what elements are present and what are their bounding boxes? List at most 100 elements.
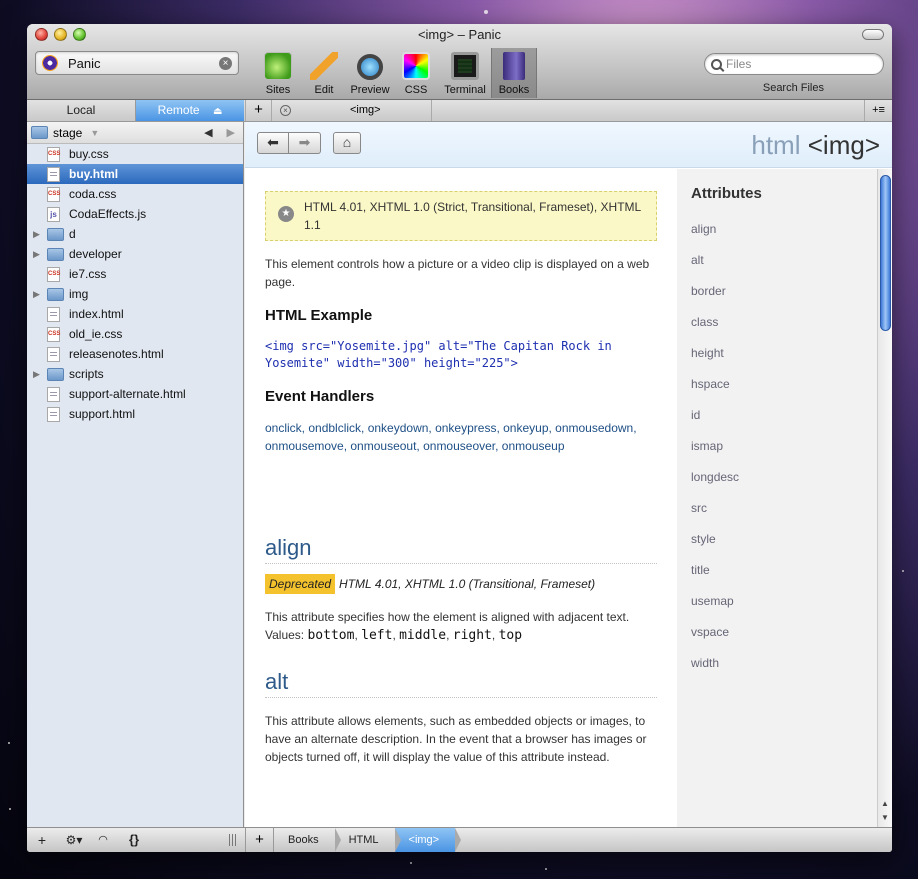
tab-title: <img>	[350, 104, 381, 116]
attribute-link[interactable]: style	[691, 524, 863, 555]
attribute-link[interactable]: alt	[691, 245, 863, 276]
alt-heading: alt	[265, 669, 657, 698]
align-text: This attribute specifies how the element…	[265, 610, 630, 624]
scroll-down-arrow-icon[interactable]: ▼	[878, 811, 892, 825]
attribute-link[interactable]: vspace	[691, 617, 863, 648]
preview-label: Preview	[350, 84, 390, 96]
scrollbar-thumb[interactable]	[880, 175, 891, 331]
breadcrumb-item[interactable]: Books	[274, 828, 341, 852]
tab-local[interactable]: Local	[27, 100, 136, 121]
attribute-link[interactable]: class	[691, 307, 863, 338]
css-file-icon: CSS	[47, 266, 60, 282]
back-button[interactable]: ⬅	[257, 132, 289, 154]
attribute-link[interactable]: hspace	[691, 369, 863, 400]
file-item[interactable]: support.html	[27, 404, 243, 424]
scroll-up-arrow-icon[interactable]: ▲	[878, 797, 892, 811]
search-files-input[interactable]: Files	[704, 53, 884, 75]
css-file-icon: CSS	[47, 186, 60, 202]
element-description: This element controls how a picture or a…	[265, 257, 650, 289]
attribute-link[interactable]: src	[691, 493, 863, 524]
file-name: support-alternate.html	[69, 387, 186, 401]
file-item[interactable]: releasenotes.html	[27, 344, 243, 364]
local-remote-toggle: Local Remote ⏏	[27, 100, 244, 121]
back-arrow-icon[interactable]: ◀	[204, 126, 212, 139]
align-description: This attribute specifies how the element…	[265, 610, 630, 643]
attribute-link[interactable]: border	[691, 276, 863, 307]
sites-button[interactable]: Sites	[255, 48, 301, 98]
disclosure-triangle-icon[interactable]: ▶	[33, 249, 43, 260]
add-file-button[interactable]: +	[35, 828, 49, 852]
values-label: Values:	[265, 628, 305, 642]
example-heading: HTML Example	[265, 307, 373, 324]
titlebar: <img> – Panic Panic × Sites Edit Preview…	[27, 24, 892, 100]
align-value: right	[452, 628, 492, 643]
gear-icon[interactable]: ⚙▾	[63, 828, 85, 852]
rss-icon[interactable]: ◠	[95, 828, 111, 852]
attribute-link[interactable]: usemap	[691, 586, 863, 617]
folder-file-icon	[47, 367, 64, 381]
folder-path-bar[interactable]: stage ▼ ◀ ▶	[27, 122, 243, 144]
example-code: <img src="Yosemite.jpg" alt="The Capitan…	[265, 339, 612, 370]
folder-item[interactable]: ▶ d	[27, 224, 243, 244]
attribute-link[interactable]: ismap	[691, 431, 863, 462]
resize-grip-icon[interactable]	[229, 834, 237, 846]
terminal-label: Terminal	[444, 84, 486, 96]
forward-button[interactable]: ➡	[289, 132, 321, 154]
attribute-link[interactable]: longdesc	[691, 462, 863, 493]
event-handlers-links[interactable]: onclick, ondblclick, onkeydown, onkeypre…	[265, 419, 657, 455]
toolbar-toggle-button[interactable]	[862, 29, 884, 40]
home-button[interactable]: ⌂	[333, 132, 361, 154]
search-files-label: Search Files	[762, 82, 824, 94]
breadcrumb-item[interactable]: HTML	[335, 828, 401, 852]
terminal-button[interactable]: Terminal	[439, 48, 491, 98]
chevron-down-icon[interactable]: ▼	[90, 128, 99, 138]
breadcrumb-item-current[interactable]: <img>	[394, 828, 461, 852]
file-item[interactable]: support-alternate.html	[27, 384, 243, 404]
file-item[interactable]: CSS ie7.css	[27, 264, 243, 284]
folder-item[interactable]: ▶ scripts	[27, 364, 243, 384]
js-file-icon: js	[47, 206, 60, 222]
disclosure-triangle-icon[interactable]: ▶	[33, 369, 43, 380]
new-tab-button[interactable]: +	[245, 100, 272, 121]
coda-window: <img> – Panic Panic × Sites Edit Preview…	[27, 24, 892, 852]
attribute-link[interactable]: id	[691, 400, 863, 431]
attribute-link[interactable]: align	[691, 214, 863, 245]
attribute-link[interactable]: title	[691, 555, 863, 586]
edit-label: Edit	[314, 84, 334, 96]
tab-remote[interactable]: Remote ⏏	[136, 100, 244, 121]
file-list: CSS buy.css buy.html CSS coda.css js CodaEffec…	[27, 144, 243, 424]
forward-arrow-icon[interactable]: ▶	[227, 126, 235, 139]
star	[545, 868, 547, 870]
disclosure-triangle-icon[interactable]: ▶	[33, 229, 43, 240]
books-button[interactable]: Books	[491, 48, 537, 98]
file-item[interactable]: js CodaEffects.js	[27, 204, 243, 224]
add-bookmark-button[interactable]: +	[246, 828, 274, 852]
file-item[interactable]: buy.html	[27, 164, 243, 184]
clear-icon[interactable]: ×	[219, 56, 232, 70]
site-selector[interactable]: Panic ×	[35, 51, 239, 75]
align-value: bottom	[307, 628, 355, 643]
folder-nav: ◀ ▶	[204, 126, 235, 139]
file-name: img	[69, 287, 89, 301]
file-item[interactable]: CSS old_ie.css	[27, 324, 243, 344]
folder-item[interactable]: ▶ developer	[27, 244, 243, 264]
file-item[interactable]: CSS buy.css	[27, 144, 243, 164]
file-name: d	[69, 227, 76, 241]
attribute-link[interactable]: height	[691, 338, 863, 369]
file-item[interactable]: index.html	[27, 304, 243, 324]
compatibility-text: HTML 4.01, XHTML 1.0 (Strict, Transition…	[304, 200, 641, 232]
eject-icon[interactable]: ⏏	[213, 106, 222, 117]
star	[902, 570, 904, 572]
folder-item[interactable]: ▶ img	[27, 284, 243, 304]
disclosure-triangle-icon[interactable]: ▶	[33, 289, 43, 300]
preview-button[interactable]: Preview	[347, 48, 393, 98]
tab-list-button[interactable]: +≡	[864, 100, 892, 121]
close-tab-icon[interactable]: ×	[280, 105, 291, 116]
file-item[interactable]: CSS coda.css	[27, 184, 243, 204]
content-scrollbar[interactable]: ▲ ▼	[877, 169, 892, 827]
attribute-link[interactable]: width	[691, 648, 863, 679]
css-button[interactable]: CSS	[393, 48, 439, 98]
tab-img[interactable]: × <img>	[272, 100, 432, 121]
braces-icon[interactable]: {}	[125, 828, 143, 852]
edit-button[interactable]: Edit	[301, 48, 347, 98]
